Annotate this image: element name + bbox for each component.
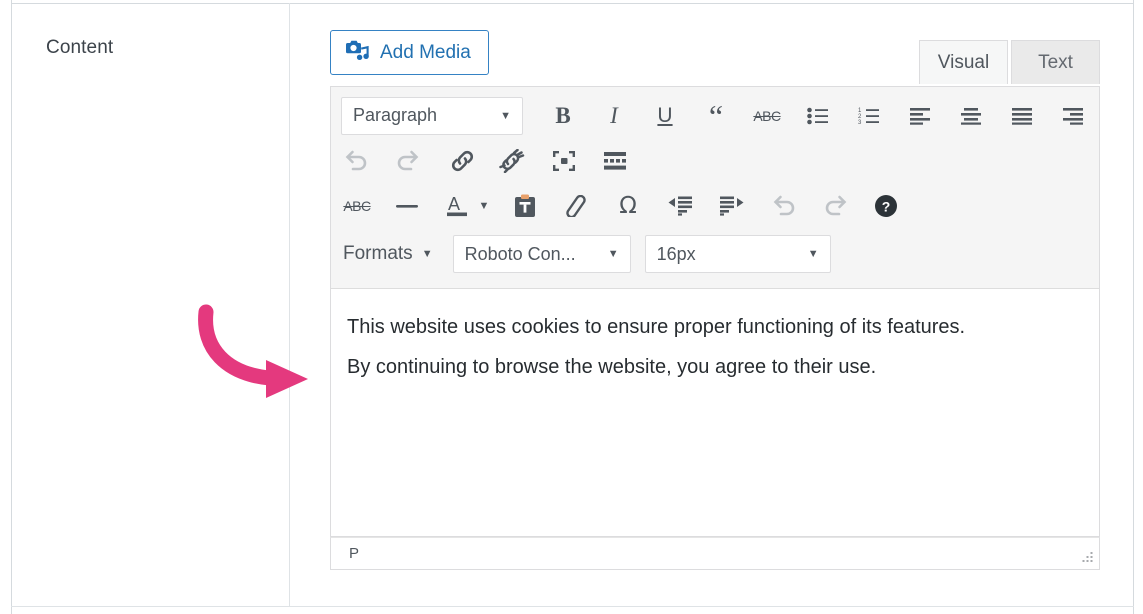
- redo-icon[interactable]: [819, 190, 851, 222]
- bulleted-list-icon[interactable]: [802, 100, 834, 132]
- blockquote-icon[interactable]: “: [700, 100, 732, 132]
- align-justify-icon[interactable]: [1006, 100, 1038, 132]
- toolbar-row-1: Paragraph ▼ B I U “ ABC 1 2 3: [341, 93, 1089, 138]
- screenshot-root: Content Add Media Visual Text Paragraph …: [0, 0, 1143, 614]
- tab-text-label: Text: [1038, 51, 1073, 73]
- text-color-caret-icon[interactable]: ▼: [475, 190, 493, 222]
- editor-text-line-2: By continuing to browse the website, you…: [347, 356, 877, 378]
- numbered-list-icon[interactable]: 1 2 3: [853, 100, 885, 132]
- tab-text[interactable]: Text: [1011, 40, 1100, 84]
- column-divider: [289, 3, 290, 606]
- page-frame-right-border: [1133, 0, 1134, 614]
- insert-link-icon[interactable]: [446, 145, 478, 177]
- text-color-icon[interactable]: A: [441, 190, 473, 222]
- paste-as-text-icon[interactable]: [509, 190, 541, 222]
- align-center-icon[interactable]: [955, 100, 987, 132]
- svg-text:A: A: [448, 194, 460, 214]
- tab-visual[interactable]: Visual: [919, 40, 1008, 84]
- editor-text-line-1: This website uses cookies to ensure prop…: [347, 316, 966, 338]
- undo-icon[interactable]: [341, 145, 373, 177]
- editor-paragraph[interactable]: This website uses cookies to ensure prop…: [347, 307, 1077, 387]
- formats-menu-label: Formats: [343, 243, 413, 264]
- editor-column: Add Media Visual Text Paragraph ▼ B I U …: [330, 30, 1100, 570]
- svg-text:3: 3: [858, 120, 862, 125]
- strikethrough-icon[interactable]: ABC: [751, 100, 783, 132]
- element-path-indicator[interactable]: P: [331, 545, 359, 562]
- fullscreen-icon[interactable]: [548, 145, 580, 177]
- chevron-down-icon: ▼: [607, 248, 619, 260]
- label-column: Content: [12, 3, 289, 606]
- redo-icon[interactable]: [391, 145, 423, 177]
- keyboard-shortcuts-help-icon[interactable]: ?: [870, 190, 902, 222]
- editor-toolbar: Paragraph ▼ B I U “ ABC 1 2 3 ABC A ▼ Ω …: [330, 86, 1100, 289]
- align-left-icon[interactable]: [904, 100, 936, 132]
- horizontal-rule-icon[interactable]: [391, 190, 423, 222]
- remove-link-icon[interactable]: [496, 145, 528, 177]
- italic-icon[interactable]: I: [598, 100, 630, 132]
- add-media-label: Add Media: [380, 41, 471, 63]
- editor-header-row: Add Media Visual Text: [330, 30, 1100, 86]
- page-title: Content: [46, 37, 114, 58]
- editor-status-bar: P: [330, 537, 1100, 570]
- bold-icon[interactable]: B: [547, 100, 579, 132]
- toolbar-row-3: ABC A ▼ Ω ?: [341, 183, 1089, 228]
- editor-content-area[interactable]: This website uses cookies to ensure prop…: [330, 289, 1100, 537]
- toolbar-row-2: [341, 138, 1089, 183]
- page-frame-bottom-border: [11, 606, 1134, 607]
- editor-mode-tabs: Visual Text: [919, 40, 1100, 84]
- chevron-down-icon: ▼: [500, 109, 511, 122]
- chevron-down-icon: ▼: [421, 248, 433, 260]
- toolbar-row-4: Formats ▼ Roboto Con... ▼ 16px ▼: [341, 228, 1089, 280]
- indent-icon[interactable]: [716, 190, 748, 222]
- underline-icon[interactable]: U: [649, 100, 681, 132]
- svg-text:?: ?: [882, 198, 891, 214]
- block-format-select[interactable]: Paragraph ▼: [341, 96, 523, 135]
- add-media-button[interactable]: Add Media: [330, 30, 489, 75]
- block-format-value: Paragraph: [353, 105, 438, 125]
- read-more-icon[interactable]: [599, 145, 631, 177]
- resize-grip-icon[interactable]: [1080, 551, 1094, 565]
- camera-music-icon: [345, 39, 369, 67]
- font-family-select[interactable]: Roboto Con... ▼: [452, 235, 631, 273]
- font-size-select[interactable]: 16px ▼: [644, 235, 831, 273]
- font-size-value: 16px: [656, 243, 696, 264]
- outdent-icon[interactable]: [664, 190, 696, 222]
- formats-menu-button[interactable]: Formats ▼: [341, 243, 433, 265]
- clear-formatting-icon[interactable]: [560, 190, 592, 222]
- font-family-value: Roboto Con...: [464, 243, 576, 264]
- undo-icon[interactable]: [769, 190, 801, 222]
- align-right-icon[interactable]: [1057, 100, 1089, 132]
- tab-visual-label: Visual: [937, 51, 990, 73]
- special-character-icon[interactable]: Ω: [612, 190, 644, 222]
- chevron-down-icon: ▼: [807, 248, 819, 260]
- strikethrough-icon[interactable]: ABC: [341, 190, 373, 222]
